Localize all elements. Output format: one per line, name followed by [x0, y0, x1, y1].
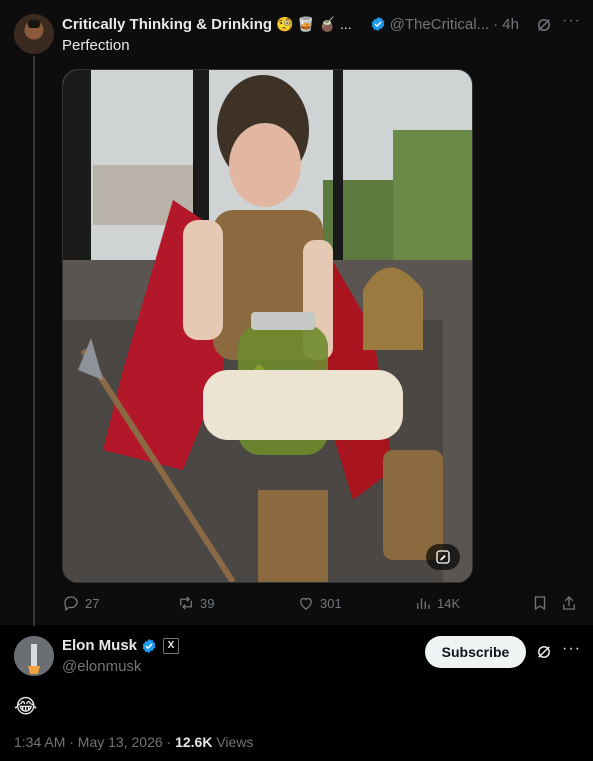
views-chart-icon [417, 598, 430, 609]
post-text: Perfection [62, 37, 130, 54]
reply-timestamp[interactable]: 1:34 AM · May 13, 2026 · [14, 734, 175, 750]
author-emojis: 🧐 🥃 🧉 ... [276, 15, 352, 32]
verified-badge-icon [142, 638, 156, 653]
repost-button[interactable]: 39 [177, 594, 214, 612]
author-handle[interactable]: @TheCritical... [390, 16, 489, 33]
reply-count: 27 [85, 595, 100, 611]
reply-author-header: Elon Musk X [62, 637, 180, 654]
thread-line [33, 56, 35, 626]
action-bar: 27 39 301 14K [62, 594, 582, 614]
x-affiliate-badge: X [163, 637, 180, 654]
reply-metadata: 1:34 AM · May 13, 2026 · 12.6K Views [14, 734, 253, 750]
like-button[interactable]: 301 [297, 594, 342, 612]
views-button[interactable]: 14K [414, 594, 460, 612]
share-icon [563, 596, 575, 610]
reply-author-avatar[interactable] [14, 636, 54, 676]
more-options-icon[interactable]: ··· [562, 640, 581, 658]
heart-icon [300, 597, 312, 610]
bookmark-icon [534, 596, 546, 611]
post-header: Critically Thinking & Drinking 🧐 🥃 🧉 ...… [62, 14, 581, 34]
reply-views-label: Views [212, 734, 254, 750]
bookmark-button[interactable] [531, 594, 549, 612]
reply-text: 😂 [14, 696, 38, 718]
rocket-avatar-image [14, 636, 54, 676]
view-count: 14K [437, 595, 461, 611]
post-time[interactable]: · 4h [493, 16, 519, 33]
reply-views-count: 12.6K [175, 734, 213, 750]
repost-count: 39 [200, 595, 215, 611]
image-edit-icon [436, 550, 450, 564]
reply-author-handle[interactable]: @elonmusk [62, 658, 141, 675]
post-photo[interactable] [62, 69, 473, 583]
grok-icon[interactable] [535, 643, 553, 661]
author-avatar[interactable] [14, 14, 54, 54]
author-name[interactable]: Critically Thinking & Drinking [62, 16, 272, 33]
reply-button[interactable]: 27 [62, 594, 99, 612]
reply-author-name[interactable]: Elon Musk [62, 637, 137, 654]
image-edit-button[interactable] [426, 544, 460, 570]
like-count: 301 [320, 595, 342, 611]
more-options-icon[interactable]: ··· [562, 12, 581, 30]
grok-icon[interactable] [535, 16, 553, 34]
subscribe-button[interactable]: Subscribe [425, 636, 526, 668]
photo-image [63, 70, 472, 582]
repost-icon [180, 596, 192, 610]
reply-icon [64, 596, 78, 612]
share-button[interactable] [560, 594, 578, 612]
verified-badge-icon [371, 17, 385, 31]
